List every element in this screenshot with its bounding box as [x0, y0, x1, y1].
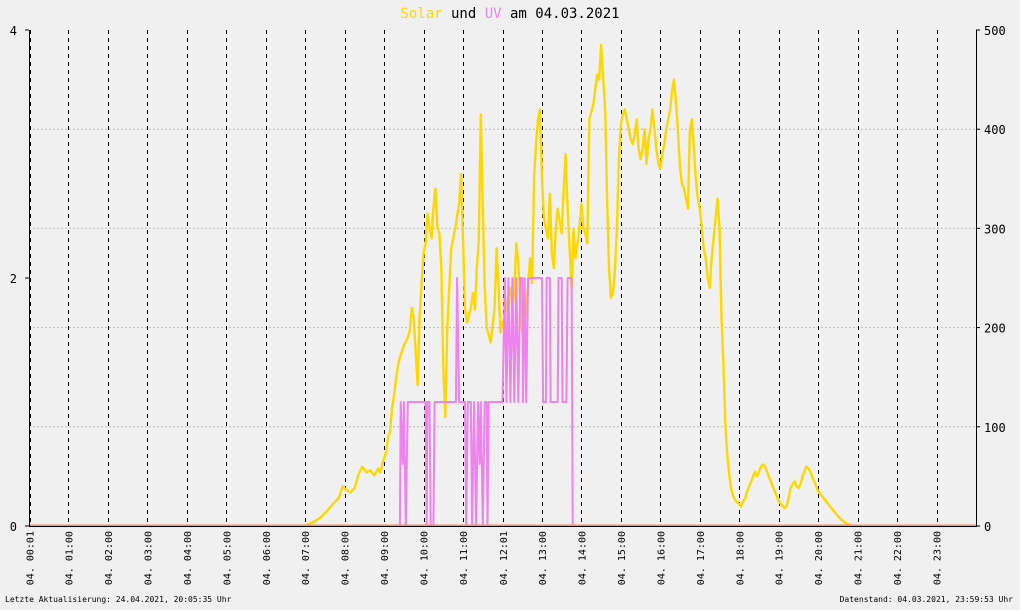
x-tick-label: 04. 20:00	[814, 531, 825, 585]
footer-last-update: Letzte Aktualisierung: 24.04.2021, 20:05…	[5, 595, 232, 604]
x-tick-label: 04. 01:00	[65, 531, 76, 585]
y-right-tick-label: 100	[984, 421, 1006, 435]
x-tick-label: 04. 17:00	[696, 531, 707, 585]
x-tick-label: 04. 04:00	[183, 531, 194, 585]
chart-background	[0, 0, 1020, 606]
y-left-tick-label: 2	[10, 272, 17, 286]
chart-title: Solar und UV am 04.03.2021	[400, 6, 619, 22]
y-right-tick-label: 400	[984, 123, 1006, 137]
title-solar: Solar	[400, 6, 442, 22]
chart-svg: 0 2 4 0 100 200 300 400 500 04. 00:01 04. 01:00 04.…	[0, 0, 1020, 606]
footer-data-status: Datenstand: 04.03.2021, 23:59:53 Uhr	[840, 595, 1014, 604]
x-tick-label: 04. 03:00	[143, 531, 154, 585]
x-tick-label: 04. 13:00	[538, 531, 549, 585]
x-tick-label: 04. 16:00	[656, 531, 667, 585]
y-right-tick-label: 0	[984, 520, 991, 534]
x-tick-label: 04. 14:00	[577, 531, 588, 585]
x-tick-label: 04. 22:00	[893, 531, 904, 585]
y-right-tick-label: 300	[984, 222, 1006, 236]
x-tick-label: 04. 02:00	[104, 531, 115, 585]
title-date: am 04.03.2021	[502, 6, 620, 22]
x-tick-label: 04. 10:00	[420, 531, 431, 585]
x-tick-label: 04. 06:00	[262, 531, 273, 585]
chart-container: 0 2 4 0 100 200 300 400 500 04. 00:01 04. 01:00 04.…	[0, 0, 1020, 606]
title-und: und	[443, 6, 485, 22]
x-tick-label: 04. 18:00	[735, 531, 746, 585]
y-left-tick-label: 4	[10, 24, 17, 38]
x-tick-label: 04. 07:00	[301, 531, 312, 585]
x-tick-label: 04. 23:00	[933, 531, 944, 585]
x-tick-label: 04. 12:01	[499, 531, 510, 585]
x-tick-label: 04. 05:00	[222, 531, 233, 585]
x-tick-label: 04. 21:00	[854, 531, 865, 585]
y-right-tick-label: 200	[984, 322, 1006, 336]
x-tick-label: 04. 15:00	[617, 531, 628, 585]
x-tick-label: 04. 19:00	[775, 531, 786, 585]
x-tick-label: 04. 11:00	[459, 531, 470, 585]
x-tick-label: 04. 00:01	[26, 531, 37, 585]
y-left-tick-label: 0	[10, 520, 17, 534]
y-right-tick-label: 500	[984, 24, 1006, 38]
x-tick-label: 04. 09:00	[380, 531, 391, 585]
x-tick-label: 04. 08:00	[341, 531, 352, 585]
title-uv: UV	[485, 6, 502, 22]
